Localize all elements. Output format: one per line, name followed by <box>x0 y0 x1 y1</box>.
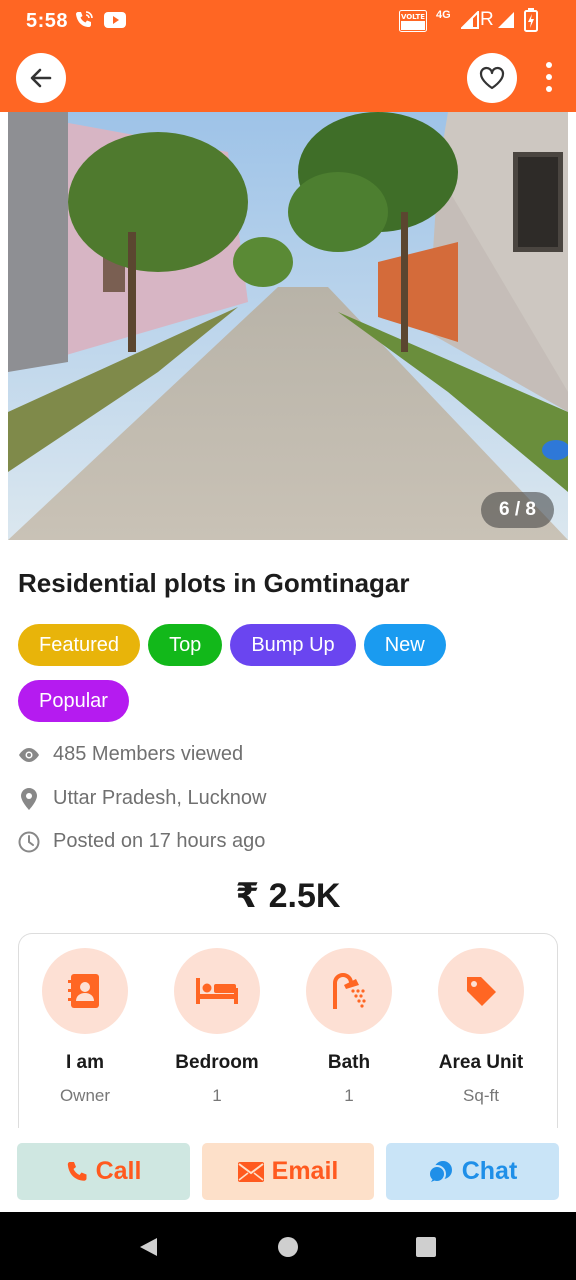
tag-popular: Popular <box>18 680 129 722</box>
battery-icon <box>524 8 538 37</box>
signal-icon <box>459 9 479 34</box>
call-button[interactable]: Call <box>17 1143 190 1200</box>
nav-back-icon[interactable] <box>137 1236 159 1258</box>
more-options-button[interactable] <box>544 62 554 92</box>
phone-icon <box>66 1161 88 1183</box>
feature-value: 1 <box>212 1086 222 1105</box>
shower-icon <box>333 973 366 1009</box>
email-label: Email <box>271 1157 339 1185</box>
feature-label: Area Unit <box>438 1052 524 1073</box>
tag-top: Top <box>148 624 223 666</box>
listing-price: ₹ 2.5K <box>235 877 341 915</box>
envelope-icon <box>237 1161 264 1182</box>
views-row: 485 Members viewed <box>18 743 243 766</box>
feature-area-unit: Area Unit Sq-ft <box>415 948 547 1106</box>
system-nav-bar <box>0 1212 576 1280</box>
location-pin-icon <box>18 787 40 810</box>
feature-value: Owner <box>59 1086 111 1105</box>
favorite-button[interactable] <box>467 53 517 103</box>
feature-bedroom: Bedroom 1 <box>151 948 283 1106</box>
views-text: 485 Members viewed <box>53 743 244 765</box>
photo-counter: 6 / 8 <box>481 492 554 528</box>
volte-icon: VOLTE <box>399 10 427 37</box>
arrow-left-icon <box>30 68 52 88</box>
contact-book-icon <box>68 974 99 1008</box>
youtube-icon <box>104 11 126 34</box>
status-bar: 5:58 VOLTE 4G R <box>0 0 576 44</box>
call-label: Call <box>95 1157 142 1185</box>
location-row: Uttar Pradesh, Lucknow <box>18 787 266 810</box>
signal-icon-2 <box>497 11 515 34</box>
eye-icon <box>18 744 40 766</box>
chat-button[interactable]: Chat <box>386 1143 559 1200</box>
roaming-label: R <box>480 9 494 30</box>
tag-new: New <box>363 624 446 666</box>
svg-text:VOLTE: VOLTE <box>401 13 425 21</box>
feature-label: Bedroom <box>175 1052 259 1073</box>
status-time: 5:58 <box>26 10 69 32</box>
posted-row: Posted on 17 hours ago <box>18 830 265 853</box>
feature-label: Bath <box>327 1052 371 1073</box>
listing-title: Residential plots in Gomtinagar <box>18 568 410 598</box>
tag-bump-up: Bump Up <box>230 624 356 666</box>
email-button[interactable]: Email <box>202 1143 374 1200</box>
posted-text: Posted on 17 hours ago <box>53 830 266 852</box>
feature-bath: Bath 1 <box>283 948 415 1106</box>
location-text: Uttar Pradesh, Lucknow <box>53 787 267 809</box>
nav-home-icon[interactable] <box>277 1236 299 1258</box>
feature-label: I am <box>65 1052 105 1073</box>
contact-actions-bar: Call Email Chat <box>0 1128 576 1212</box>
tag-list: Featured Top Bump Up New Popular <box>18 624 558 722</box>
feature-owner: I am Owner <box>19 948 151 1106</box>
back-button[interactable] <box>16 53 66 103</box>
tag-featured: Featured <box>18 624 141 666</box>
network-type-label: 4G <box>436 9 451 21</box>
listing-photo[interactable]: 6 / 8 <box>8 112 568 540</box>
feature-icon-circle <box>438 948 524 1034</box>
feature-value: 1 <box>344 1086 354 1105</box>
street-photo <box>8 112 568 540</box>
wifi-call-icon <box>74 10 94 35</box>
heart-icon <box>479 66 505 90</box>
feature-icon-circle <box>174 948 260 1034</box>
tag-icon <box>467 977 496 1006</box>
feature-value: Sq-ft <box>463 1086 499 1105</box>
feature-icon-circle <box>306 948 392 1034</box>
chat-label: Chat <box>461 1157 518 1185</box>
clock-icon <box>18 831 40 853</box>
chat-bubble-icon <box>427 1160 454 1184</box>
features-card: I am Owner Bedroom 1 Bath 1 Area Unit Sq… <box>18 933 558 1143</box>
bed-icon <box>196 978 238 1004</box>
nav-recents-icon[interactable] <box>415 1236 437 1258</box>
more-vert-icon <box>546 62 552 68</box>
feature-icon-circle <box>42 948 128 1034</box>
top-bar: 5:58 VOLTE 4G R <box>0 0 576 112</box>
